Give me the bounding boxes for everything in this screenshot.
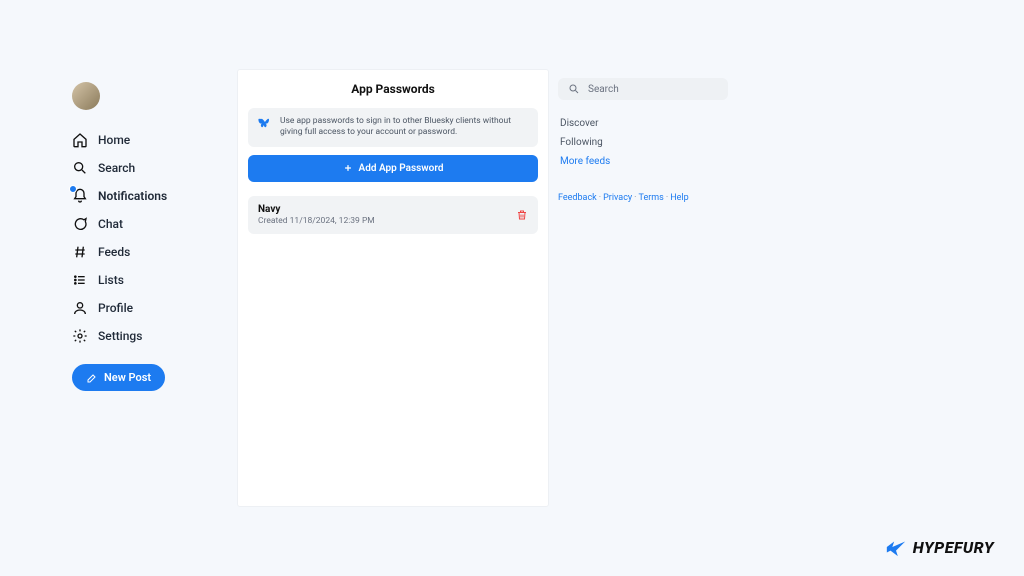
nav-lists[interactable]: Lists — [64, 266, 232, 294]
app-password-name: Navy — [258, 204, 375, 215]
list-icon — [72, 272, 88, 288]
plus-icon — [343, 163, 353, 173]
nav-label: Search — [98, 161, 135, 175]
bluesky-icon — [258, 116, 272, 130]
brand-bird-icon — [885, 536, 907, 558]
brand-text: HYPEFURY — [913, 538, 994, 557]
nav-profile[interactable]: Profile — [64, 294, 232, 322]
hash-icon — [72, 244, 88, 260]
compose-icon — [86, 372, 98, 384]
nav-home[interactable]: Home — [64, 126, 232, 154]
nav-label: Lists — [98, 273, 124, 287]
search-box[interactable] — [558, 78, 728, 100]
user-icon — [72, 300, 88, 316]
add-button-label: Add App Password — [359, 163, 444, 174]
app-password-meta: Navy Created 11/18/2024, 12:39 PM — [258, 204, 375, 226]
new-post-button[interactable]: New Post — [72, 364, 165, 391]
feed-link-following[interactable]: Following — [558, 133, 728, 152]
footer-links: Feedback·Privacy·Terms·Help — [558, 193, 728, 203]
more-feeds-link[interactable]: More feeds — [558, 152, 728, 171]
nav-feeds[interactable]: Feeds — [64, 238, 232, 266]
gear-icon — [72, 328, 88, 344]
right-column: Discover Following More feeds Feedback·P… — [558, 70, 728, 506]
center-column: App Passwords Use app passwords to sign … — [238, 70, 548, 506]
notification-badge — [69, 185, 77, 193]
bell-icon — [72, 188, 88, 204]
app-password-item[interactable]: Navy Created 11/18/2024, 12:39 PM — [248, 196, 538, 234]
feed-link-discover[interactable]: Discover — [558, 114, 728, 133]
nav-label: Feeds — [98, 245, 130, 259]
footer-terms[interactable]: Terms — [639, 193, 664, 203]
app-password-created: Created 11/18/2024, 12:39 PM — [258, 216, 375, 226]
footer-feedback[interactable]: Feedback — [558, 193, 597, 203]
info-box: Use app passwords to sign in to other Bl… — [248, 108, 538, 147]
brand-logo: HYPEFURY — [885, 536, 994, 558]
nav-settings[interactable]: Settings — [64, 322, 232, 350]
nav-chat[interactable]: Chat — [64, 210, 232, 238]
nav-label: Profile — [98, 301, 133, 315]
new-post-label: New Post — [104, 371, 151, 384]
add-app-password-button[interactable]: Add App Password — [248, 155, 538, 182]
info-text: Use app passwords to sign in to other Bl… — [280, 116, 528, 139]
footer-privacy[interactable]: Privacy — [603, 193, 632, 203]
nav-label: Home — [98, 133, 130, 147]
main-area: App Passwords Use app passwords to sign … — [238, 70, 966, 506]
trash-icon[interactable] — [516, 209, 528, 221]
nav-label: Settings — [98, 329, 142, 343]
sidebar: Home Search Notifications Chat — [58, 70, 238, 506]
search-icon — [568, 83, 580, 95]
search-input[interactable] — [588, 84, 718, 95]
footer-help[interactable]: Help — [670, 193, 688, 203]
nav-label: Notifications — [98, 189, 167, 203]
chat-icon — [72, 216, 88, 232]
nav-search[interactable]: Search — [64, 154, 232, 182]
search-icon — [72, 160, 88, 176]
home-icon — [72, 132, 88, 148]
avatar[interactable] — [72, 82, 100, 110]
nav-notifications[interactable]: Notifications — [64, 182, 232, 210]
nav-label: Chat — [98, 217, 123, 231]
page-title: App Passwords — [238, 80, 548, 108]
